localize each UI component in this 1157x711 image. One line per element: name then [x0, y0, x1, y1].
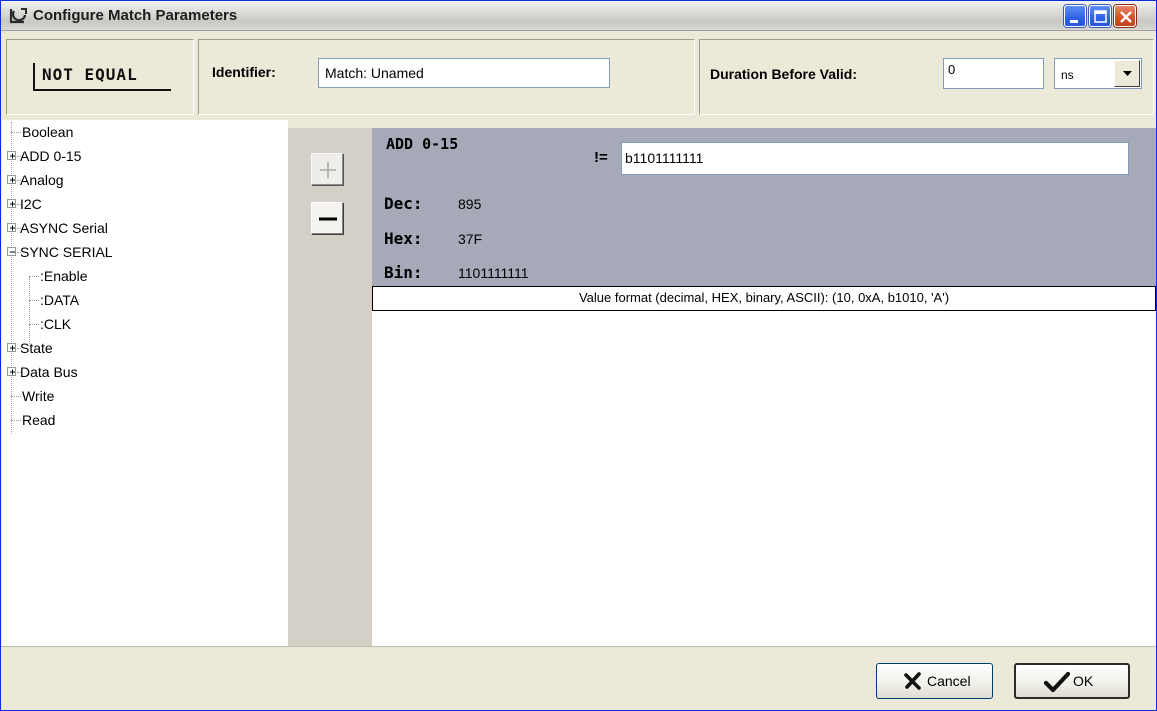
add-remove-strip: [288, 128, 372, 646]
hex-value: 37F: [458, 231, 483, 247]
identifier-input[interactable]: Match: Unamed: [318, 58, 610, 88]
duration-unit-select[interactable]: ns: [1054, 58, 1142, 89]
ok-button[interactable]: OK: [1014, 663, 1130, 699]
bin-label: Bin:: [384, 263, 423, 282]
chevron-down-icon: [1123, 71, 1132, 76]
hex-label: Hex:: [384, 229, 423, 248]
expand-icon[interactable]: [7, 199, 16, 208]
match-value-input[interactable]: b1101111111: [621, 142, 1129, 175]
operator-group: NOT EQUAL: [6, 39, 194, 115]
dec-label: Dec:: [384, 194, 423, 213]
cancel-button[interactable]: Cancel: [876, 663, 993, 699]
signal-name: ADD 0-15: [386, 135, 459, 153]
identifier-label: Identifier:: [212, 64, 276, 80]
parameter-toolbar: NOT EQUAL Identifier: Match: Unamed Dura…: [1, 32, 1156, 120]
minimize-icon: [1070, 20, 1078, 23]
expand-icon[interactable]: [7, 367, 16, 376]
value-format-hint: Value format (decimal, HEX, binary, ASCI…: [372, 286, 1156, 311]
ok-label: OK: [1073, 673, 1094, 689]
remove-signal-button[interactable]: [311, 202, 343, 234]
dropdown-button[interactable]: [1114, 60, 1140, 87]
dec-value: 895: [458, 196, 482, 212]
logic-probe-icon: [8, 7, 28, 25]
operator-symbol: !=: [594, 149, 608, 166]
checkmark-icon: [1044, 671, 1070, 693]
signal-tree: Boolean ADD 0-15 Analog I2C ASYNC Serial…: [2, 120, 288, 646]
plus-icon: [320, 162, 336, 178]
configure-match-dialog: Configure Match Parameters NOT EQUAL Ide…: [0, 0, 1157, 711]
maximize-button[interactable]: [1089, 5, 1111, 27]
minus-icon: [319, 217, 337, 221]
add-signal-button[interactable]: [311, 153, 343, 185]
close-icon: [1120, 11, 1132, 23]
bin-value: 1101111111: [458, 265, 529, 281]
minimize-button[interactable]: [1064, 5, 1086, 27]
maximize-icon: [1094, 10, 1107, 23]
duration-group: Duration Before Valid: 0 ns: [699, 39, 1154, 115]
duration-input[interactable]: 0: [943, 58, 1044, 89]
value-editor-panel: ADD 0-15 != b1101111111 Dec: 895 Hex: 37…: [372, 128, 1156, 646]
expand-icon[interactable]: [7, 343, 16, 352]
tree-connector: [11, 122, 12, 434]
close-button[interactable]: [1114, 5, 1136, 27]
dialog-button-bar: Cancel OK: [1, 646, 1156, 710]
expand-icon[interactable]: [7, 151, 16, 160]
identifier-group: Identifier: Match: Unamed: [198, 39, 695, 115]
collapse-icon[interactable]: [7, 247, 16, 256]
duration-label: Duration Before Valid:: [710, 66, 858, 82]
operator-toggle-button[interactable]: NOT EQUAL: [33, 63, 171, 91]
expand-icon[interactable]: [7, 223, 16, 232]
x-icon: [904, 672, 921, 690]
window-title: Configure Match Parameters: [33, 7, 238, 24]
value-editor-header: ADD 0-15 != b1101111111 Dec: 895 Hex: 37…: [372, 128, 1156, 286]
title-bar: Configure Match Parameters: [1, 1, 1156, 31]
tree-connector: [29, 276, 30, 344]
duration-unit-value: ns: [1061, 68, 1074, 82]
expand-icon[interactable]: [7, 175, 16, 184]
cancel-label: Cancel: [927, 673, 971, 689]
